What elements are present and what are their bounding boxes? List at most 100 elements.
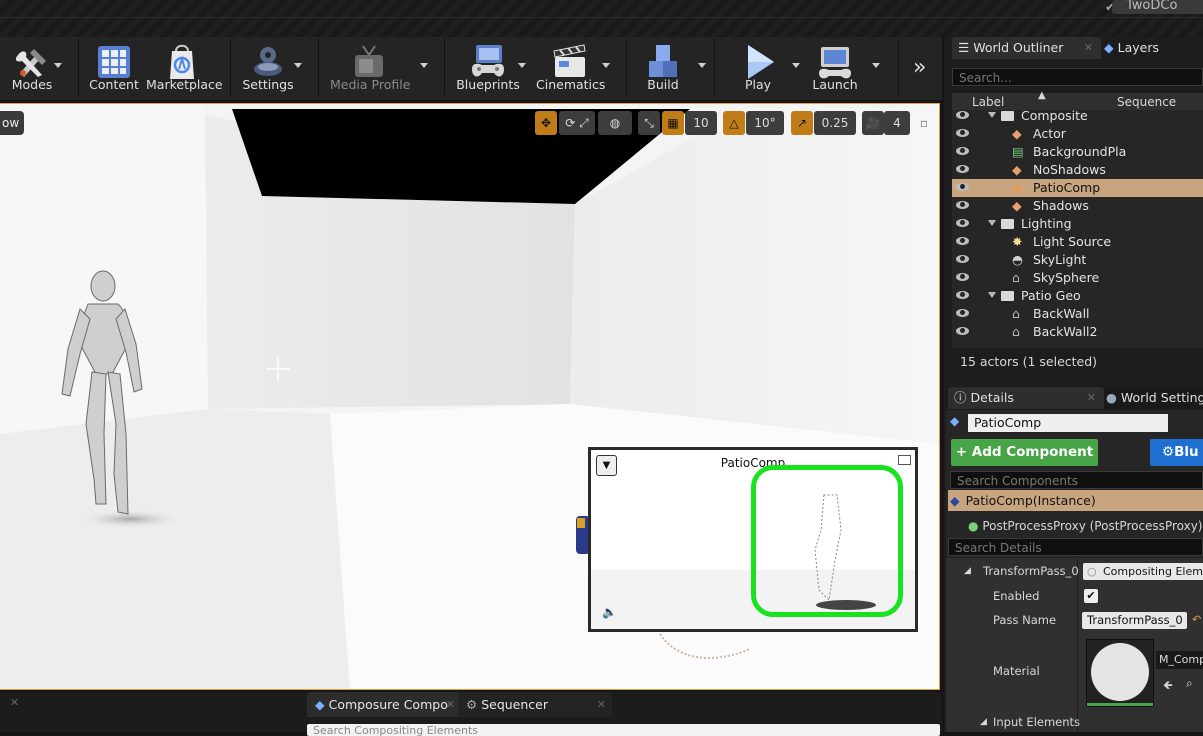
- modes-button[interactable]: Modes: [2, 37, 62, 97]
- maximize-viewport-icon[interactable]: ▫: [917, 111, 931, 135]
- tab-sequencer[interactable]: ⚙ Sequencer ✕: [458, 692, 612, 717]
- content-button[interactable]: Content: [88, 37, 140, 97]
- outliner-search-input[interactable]: Search...: [952, 68, 1203, 86]
- column-label[interactable]: Label: [972, 95, 1004, 109]
- expand-arrow-icon[interactable]: ◢: [964, 560, 971, 582]
- add-component-label: + Add Component: [955, 444, 1094, 460]
- camera-speed-value[interactable]: 4: [884, 111, 910, 135]
- expand-arrow-icon[interactable]: [988, 112, 996, 118]
- browse-search-icon[interactable]: ⌕: [1186, 676, 1193, 691]
- outliner-row[interactable]: ✸ Light Source: [952, 233, 1203, 251]
- enabled-checkbox[interactable]: ✔: [1084, 589, 1098, 603]
- close-tab-icon[interactable]: ✕: [446, 692, 455, 717]
- visibility-eye-icon[interactable]: [956, 111, 969, 119]
- outliner-row[interactable]: ◆ Actor: [952, 125, 1203, 143]
- material-asset-picker[interactable]: M_Comp: [1156, 651, 1203, 669]
- outliner-row[interactable]: Composite: [952, 110, 1203, 125]
- visibility-eye-icon[interactable]: [956, 165, 969, 173]
- use-selected-arrow-icon[interactable]: 🡸: [1163, 676, 1173, 697]
- outliner-row[interactable]: ◆ NoShadows: [952, 161, 1203, 179]
- component-row[interactable]: ● PostProcessProxy (PostProcessProxy) (: [968, 517, 1203, 535]
- pass-name-input[interactable]: TransformPass_0: [1082, 612, 1187, 629]
- column-sequence[interactable]: Sequence: [1117, 95, 1176, 109]
- rotation-snap-icon[interactable]: △: [723, 111, 745, 135]
- toolbar-overflow-button[interactable]: »: [913, 55, 926, 80]
- compositing-element-dropdown[interactable]: ○ Compositing Elemen: [1083, 563, 1203, 580]
- outliner-row[interactable]: Lighting: [952, 215, 1203, 233]
- add-component-button[interactable]: + Add Component ▾: [951, 439, 1098, 487]
- visibility-eye-icon[interactable]: [956, 327, 969, 335]
- grid-snap-value[interactable]: 10: [685, 111, 717, 135]
- world-local-icon[interactable]: ◍: [598, 111, 632, 135]
- project-tab[interactable]: TwoDCo: [1112, 0, 1203, 14]
- build-icon: [649, 45, 677, 77]
- marketplace-button[interactable]: Marketplace: [146, 37, 223, 97]
- outliner-row-label: BackWall: [1033, 306, 1090, 321]
- outliner-row[interactable]: ⌂ SkySphere: [952, 269, 1203, 287]
- settings-button[interactable]: Settings: [242, 37, 302, 97]
- visibility-eye-icon[interactable]: [956, 273, 969, 281]
- reset-to-default-icon[interactable]: ↶: [1192, 609, 1201, 631]
- visibility-eye-icon[interactable]: [956, 255, 969, 263]
- grid-snap-icon[interactable]: ▦: [662, 111, 684, 135]
- tab-world-settings[interactable]: ● World Settings: [1106, 387, 1203, 409]
- launch-button[interactable]: Launch: [806, 37, 880, 97]
- outliner-row[interactable]: ⌂ BackWall: [952, 305, 1203, 323]
- visibility-eye-icon[interactable]: [956, 237, 969, 245]
- marketplace-label: Marketplace: [146, 77, 223, 92]
- close-tab-icon[interactable]: ✕: [1084, 37, 1093, 59]
- blueprint-label: Blu: [1174, 444, 1199, 460]
- surface-snap-icon[interactable]: ⤡: [638, 111, 660, 135]
- main-toolbar: Modes Content Marketplace Settings Media…: [0, 37, 942, 101]
- visibility-eye-icon[interactable]: [956, 147, 969, 155]
- visibility-eye-icon[interactable]: [956, 309, 969, 317]
- composite-icon: ◆: [950, 493, 960, 508]
- outliner-status: 15 actors (1 selected): [960, 354, 1098, 369]
- visibility-eye-icon[interactable]: [956, 291, 969, 299]
- camera-speed-icon[interactable]: 🎥: [862, 111, 884, 135]
- close-tab-icon[interactable]: ✕: [1087, 387, 1096, 409]
- visibility-eye-icon[interactable]: [956, 129, 969, 137]
- composite-preview-window[interactable]: PatioComp ▼ 🔈: [588, 447, 918, 632]
- settings-icon: [254, 47, 282, 76]
- tab-details[interactable]: ⓘ Details ✕: [948, 387, 1104, 409]
- view-mode-button[interactable]: ow: [0, 111, 24, 135]
- material-thumbnail[interactable]: [1086, 639, 1154, 707]
- expand-arrow-icon[interactable]: [988, 292, 996, 298]
- visibility-eye-icon[interactable]: [956, 219, 969, 227]
- speaker-icon[interactable]: 🔈: [602, 605, 617, 619]
- visibility-eye-icon[interactable]: [956, 183, 969, 191]
- scale-snap-icon[interactable]: ↗: [791, 111, 813, 135]
- tab-composure[interactable]: ◆ Composure Compo ✕: [307, 692, 461, 717]
- tab-layers[interactable]: ◆ Layers: [1104, 37, 1203, 59]
- outliner-row[interactable]: ▤ BackgroundPla: [952, 143, 1203, 161]
- close-tab-icon[interactable]: ✕: [597, 692, 606, 717]
- play-button[interactable]: Play: [726, 37, 800, 97]
- translate-mode-icon[interactable]: ✥: [535, 111, 557, 135]
- outliner-row[interactable]: ◓ SkyLight: [952, 251, 1203, 269]
- expand-arrow-icon[interactable]: ◢: [980, 711, 987, 733]
- media-profile-button[interactable]: Media Profile: [330, 37, 428, 97]
- layers-icon: ◆: [1104, 40, 1114, 55]
- visibility-eye-icon[interactable]: [956, 201, 969, 209]
- rotation-snap-value[interactable]: 10°: [746, 111, 784, 135]
- outliner-row[interactable]: Patio Geo: [952, 287, 1203, 305]
- component-instance-row[interactable]: ◆ PatioComp(Instance): [948, 490, 1203, 511]
- cinematics-button[interactable]: Cinematics: [536, 37, 610, 97]
- compositing-search-input[interactable]: Search Compositing Elements: [307, 724, 940, 736]
- blueprints-button[interactable]: Blueprints: [456, 37, 526, 97]
- outliner-row[interactable]: ◈ PatioComp: [952, 179, 1203, 197]
- outliner-row[interactable]: ⌂ BackWall2: [952, 323, 1203, 341]
- launch-label: Launch: [812, 77, 858, 92]
- build-button[interactable]: Build: [636, 37, 706, 97]
- outliner-row[interactable]: ◆ Shadows: [952, 197, 1203, 215]
- actor-name-input[interactable]: PatioComp: [968, 414, 1168, 432]
- blueprint-button[interactable]: ⚙Blu: [1150, 439, 1203, 466]
- scale-snap-value[interactable]: 0.25: [814, 111, 856, 135]
- tab-world-outliner[interactable]: ☰ World Outliner ✕: [952, 37, 1101, 59]
- close-tab-icon[interactable]: ✕: [10, 696, 19, 709]
- search-components-input[interactable]: Search Components: [950, 471, 1203, 489]
- rotate-scale-icons[interactable]: ⟳ ⤢: [559, 111, 595, 135]
- search-details-input[interactable]: Search Details: [948, 538, 1203, 556]
- expand-arrow-icon[interactable]: [988, 220, 996, 226]
